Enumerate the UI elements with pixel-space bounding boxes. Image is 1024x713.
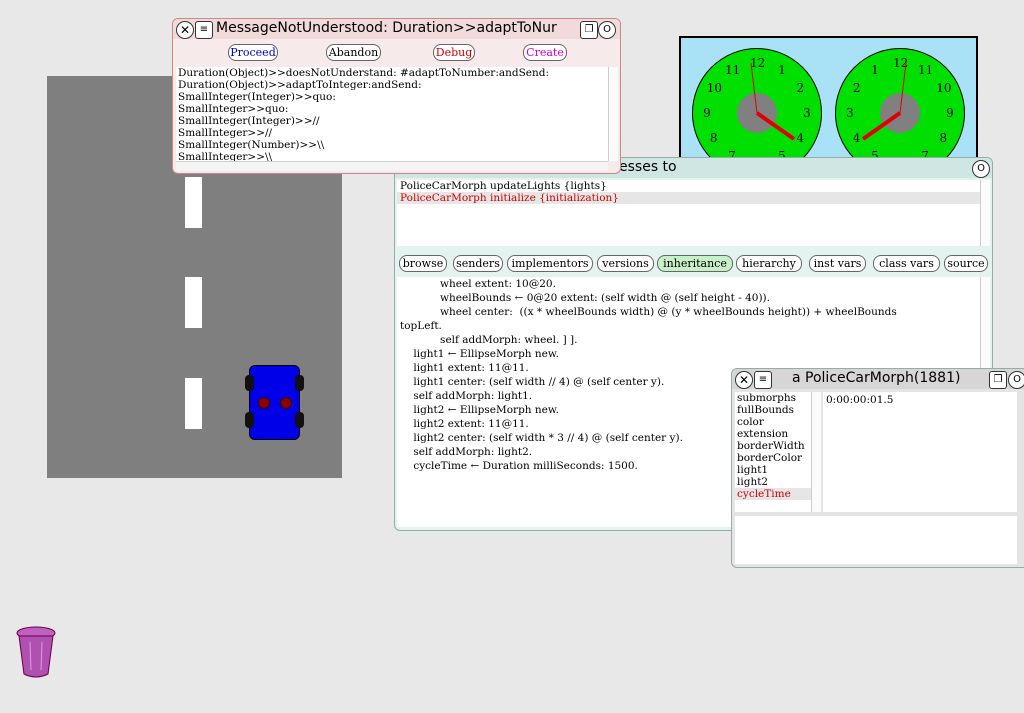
light1 xyxy=(258,397,270,409)
collapse-icon[interactable]: ❐ xyxy=(580,21,598,39)
field-value: 0:00:00:01.5 xyxy=(826,394,894,406)
stack-frame[interactable]: Duration(Object)>>adaptToInteger:andSend… xyxy=(176,79,608,91)
stack-frame[interactable]: SmallInteger(Integer)>>quo: xyxy=(176,91,608,103)
field-item[interactable]: extension xyxy=(735,428,811,440)
expand-icon[interactable]: O xyxy=(598,21,616,39)
window-title: MessageNotUnderstood: Duration>>adaptToN… xyxy=(216,20,557,36)
clock-hand xyxy=(755,111,796,141)
browser-button-hierarchy[interactable]: hierarchy xyxy=(736,255,802,272)
close-icon[interactable]: ✕ xyxy=(176,21,194,39)
stack-frame[interactable]: SmallInteger>>quo: xyxy=(176,103,608,115)
proceed-button[interactable]: Proceed xyxy=(228,44,278,61)
field-list-scrollbar[interactable] xyxy=(811,392,821,512)
code-line: wheel center: ((x * wheelBounds width) @… xyxy=(400,306,897,318)
stack-frame[interactable]: Duration(Object)>>doesNotUnderstand: #ad… xyxy=(176,67,608,79)
code-line: wheelBounds ← 0@20 extent: (self width @… xyxy=(400,292,770,304)
code-line: self addMorph: wheel. ] ]. xyxy=(400,334,578,346)
title-bar[interactable]: ✕ ≡ a PoliceCarMorph(1881) ❐ O xyxy=(732,369,1024,389)
clock-hand xyxy=(750,62,758,114)
browser-button-implementors[interactable]: implementors xyxy=(507,255,593,272)
browser-button-source[interactable]: source xyxy=(944,255,988,272)
debug-button[interactable]: Debug xyxy=(433,44,475,61)
horizontal-scrollbar[interactable] xyxy=(176,161,608,171)
field-item[interactable]: fullBounds xyxy=(735,404,811,416)
browser-button-class-vars[interactable]: class vars xyxy=(873,255,940,272)
field-item[interactable]: color xyxy=(735,416,811,428)
lane-marking xyxy=(185,177,202,228)
clock-hand xyxy=(861,111,902,141)
abandon-button[interactable]: Abandon xyxy=(326,44,381,61)
message-item-selected[interactable]: PoliceCarMorph initialize {initializatio… xyxy=(397,192,980,204)
stack-frame[interactable]: SmallInteger>>\\ xyxy=(176,151,608,161)
code-line: wheel extent: 10@20. xyxy=(400,278,556,290)
inspector-window[interactable]: ✕ ≡ a PoliceCarMorph(1881) ❐ O submorphs… xyxy=(731,368,1024,568)
value-pane[interactable]: 0:00:00:01.5 xyxy=(823,392,1017,512)
message-item[interactable]: PoliceCarMorph updateLights {lights} xyxy=(397,180,980,192)
light2 xyxy=(280,397,292,409)
browser-button-versions[interactable]: versions xyxy=(597,255,654,272)
field-item[interactable]: borderColor xyxy=(735,452,811,464)
field-list[interactable]: submorphs fullBounds color extension borderW… xyxy=(735,392,811,512)
close-icon[interactable]: ✕ xyxy=(735,371,753,389)
wheel xyxy=(295,412,304,428)
message-list[interactable]: PoliceCarMorph updateLights {lights} Pol… xyxy=(397,180,980,246)
browser-button-inheritance[interactable]: inheritance xyxy=(657,255,733,272)
window-menu-icon[interactable]: ≡ xyxy=(195,21,213,39)
police-car-morph[interactable] xyxy=(245,365,304,440)
code-line: light1 ← EllipseMorph new. xyxy=(400,348,559,360)
stack-scrollbar[interactable] xyxy=(608,67,618,161)
stack-frame[interactable]: SmallInteger>>// xyxy=(176,127,608,139)
collapse-icon[interactable]: ❐ xyxy=(989,371,1007,389)
field-item[interactable]: light1 xyxy=(735,464,811,476)
wheel xyxy=(245,375,254,391)
expand-icon[interactable]: O xyxy=(1008,371,1024,389)
message-not-understood-window[interactable]: ✕ ≡ MessageNotUnderstood: Duration>>adap… xyxy=(172,18,621,174)
stack-pane[interactable]: Duration(Object)>>doesNotUnderstand: #ad… xyxy=(176,67,608,161)
field-item[interactable]: submorphs xyxy=(735,392,811,404)
browser-button-inst-vars[interactable]: inst vars xyxy=(809,255,866,272)
field-item[interactable]: light2 xyxy=(735,476,811,488)
wheel xyxy=(295,375,304,391)
evaluator-pane[interactable] xyxy=(735,516,1017,564)
browser-button-row: browse senders implementors versions inherit… xyxy=(399,255,989,273)
stack-frame[interactable]: SmallInteger(Integer)>>// xyxy=(176,115,608,127)
stack-frame[interactable]: SmallInteger(Number)>>\\ xyxy=(176,139,608,151)
field-item[interactable]: borderWidth xyxy=(735,440,811,452)
title-bar[interactable]: ✕ ≡ MessageNotUnderstood: Duration>>adap… xyxy=(173,19,620,39)
lane-marking xyxy=(185,277,202,328)
code-line: topLeft. xyxy=(400,320,442,332)
window-title: a PoliceCarMorph(1881) xyxy=(792,370,961,386)
clock-hand xyxy=(899,62,907,114)
window-title: esses to xyxy=(619,159,677,175)
wheel xyxy=(245,412,254,428)
browser-button-senders[interactable]: senders xyxy=(453,255,503,272)
lane-marking xyxy=(185,378,202,429)
expand-icon[interactable]: O xyxy=(972,160,990,178)
message-list-scrollbar[interactable] xyxy=(980,180,990,246)
field-item[interactable]: cycleTime xyxy=(735,488,811,500)
browser-button-browse[interactable]: browse xyxy=(399,255,447,272)
create-button[interactable]: Create xyxy=(523,44,567,61)
trash-can-icon[interactable] xyxy=(14,624,58,680)
window-menu-icon[interactable]: ≡ xyxy=(754,371,772,389)
